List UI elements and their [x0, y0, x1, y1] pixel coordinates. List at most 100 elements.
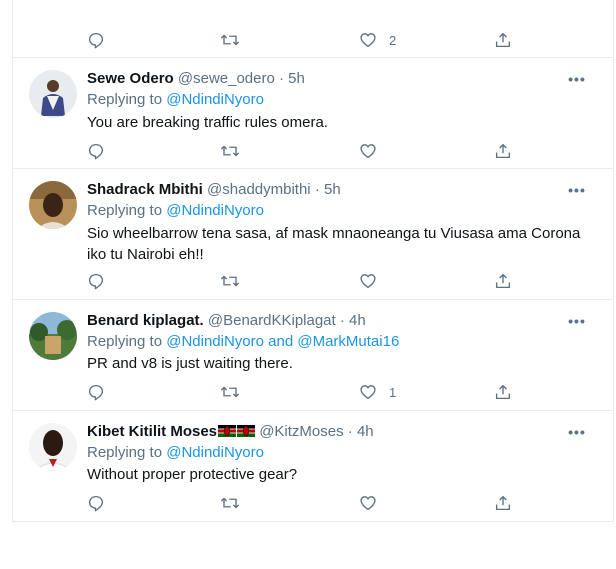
avatar[interactable]	[29, 423, 77, 471]
tweet-actions: 2	[87, 29, 511, 51]
share-icon	[495, 495, 511, 511]
tweet-partial[interactable]: 2	[13, 0, 613, 58]
heart-icon	[360, 144, 376, 159]
share-button[interactable]	[494, 140, 512, 162]
mention-link[interactable]: @NdindiNyoro	[166, 444, 264, 461]
mention-link[interactable]: @MarkMutai16	[297, 333, 399, 350]
tweet-actions	[87, 270, 511, 292]
replying-to: Replying to @NdindiNyoro	[87, 90, 264, 110]
separator-dot: ·	[347, 423, 353, 440]
retweet-icon	[220, 386, 240, 398]
like-count: 2	[389, 32, 397, 48]
reply-button[interactable]	[87, 29, 105, 51]
tweet-actions	[87, 492, 511, 514]
user-handle[interactable]: @shaddymbithi	[207, 181, 311, 198]
more-options-icon[interactable]: •••	[565, 69, 589, 89]
retweet-button[interactable]	[220, 140, 240, 162]
like-button[interactable]: 1	[359, 381, 396, 403]
like-button[interactable]	[359, 492, 377, 514]
avatar[interactable]	[29, 70, 77, 118]
replying-label: Replying to	[87, 202, 167, 219]
user-handle[interactable]: @KitzMoses	[259, 423, 343, 440]
display-name[interactable]: Shadrack Mbithi	[87, 181, 203, 198]
reply-icon	[88, 143, 104, 160]
share-button[interactable]	[494, 381, 512, 403]
retweet-icon	[220, 145, 240, 157]
retweet-button[interactable]	[220, 381, 240, 403]
heart-icon	[360, 33, 376, 48]
kenya-flag-icon	[237, 425, 256, 437]
like-count: 1	[389, 384, 397, 400]
share-icon	[495, 384, 511, 400]
share-button[interactable]	[494, 270, 512, 292]
like-button[interactable]: 2	[359, 29, 396, 51]
replies-timeline: 2 Sewe Odero @sewe_odero · 5h ••• Replyi…	[12, 0, 614, 522]
retweet-icon	[220, 275, 240, 287]
kenya-flag-icon	[218, 425, 237, 437]
separator-dot: ·	[339, 312, 345, 329]
like-button[interactable]	[359, 270, 377, 292]
retweet-button[interactable]	[220, 270, 240, 292]
heart-icon	[360, 496, 376, 511]
user-handle[interactable]: @BenardKKiplagat	[208, 312, 336, 329]
share-icon	[495, 273, 511, 289]
avatar[interactable]	[29, 312, 77, 360]
tweet[interactable]: Shadrack Mbithi @shaddymbithi · 5h ••• R…	[13, 169, 613, 300]
more-options-icon[interactable]: •••	[565, 180, 589, 200]
reply-button[interactable]	[87, 381, 105, 403]
reply-icon	[88, 495, 104, 512]
reply-icon	[88, 384, 104, 401]
tweet-text: Without proper protective gear?	[87, 466, 298, 483]
timestamp[interactable]: 5h	[288, 70, 305, 87]
replying-label: Replying to	[87, 444, 167, 461]
timestamp[interactable]: 5h	[324, 181, 341, 198]
reply-icon	[88, 273, 104, 290]
retweet-button[interactable]	[220, 492, 240, 514]
display-name[interactable]: Sewe Odero	[87, 70, 174, 87]
replying-to: Replying to @NdindiNyoro	[87, 443, 264, 463]
reply-button[interactable]	[87, 140, 105, 162]
display-name[interactable]: Kibet Kitilit Moses	[87, 423, 256, 440]
tweet-header: Kibet Kitilit Moses @KitzMoses · 4h •••	[87, 422, 601, 442]
tweet-header: Benard kiplagat. @BenardKKiplagat · 4h •…	[87, 311, 601, 331]
mention-link[interactable]: @NdindiNyoro	[166, 333, 264, 350]
tweet-header: Shadrack Mbithi @shaddymbithi · 5h •••	[87, 180, 601, 200]
replying-to: Replying to @NdindiNyoro	[87, 201, 264, 221]
share-button[interactable]	[494, 492, 512, 514]
tweet[interactable]: Benard kiplagat. @BenardKKiplagat · 4h •…	[13, 300, 613, 411]
page-background	[0, 522, 616, 569]
mention-link[interactable]: @NdindiNyoro	[166, 91, 264, 108]
replying-label: Replying to	[87, 91, 167, 108]
share-button[interactable]	[494, 29, 512, 51]
timestamp[interactable]: 4h	[357, 423, 374, 440]
like-button[interactable]	[359, 140, 377, 162]
share-icon	[495, 143, 511, 159]
share-icon	[495, 32, 511, 48]
tweet[interactable]: Sewe Odero @sewe_odero · 5h ••• Replying…	[13, 58, 613, 169]
heart-icon	[360, 274, 376, 289]
tweet[interactable]: Kibet Kitilit Moses @KitzMoses · 4h ••• …	[13, 411, 613, 522]
heart-icon	[360, 385, 376, 400]
tweet-header: Sewe Odero @sewe_odero · 5h •••	[87, 69, 601, 89]
timestamp[interactable]: 4h	[349, 312, 366, 329]
separator-dot: ·	[314, 181, 320, 198]
retweet-icon	[220, 497, 240, 509]
mention-link[interactable]: @NdindiNyoro	[166, 202, 264, 219]
reply-button[interactable]	[87, 492, 105, 514]
retweet-icon	[220, 34, 240, 46]
retweet-button[interactable]	[220, 29, 240, 51]
tweet-text: PR and v8 is just waiting there.	[87, 355, 293, 372]
tweet-actions: 1	[87, 381, 511, 403]
more-options-icon[interactable]: •••	[565, 311, 589, 331]
reply-icon	[88, 32, 104, 49]
replying-to: Replying to @NdindiNyoro and @MarkMutai1…	[87, 332, 399, 352]
user-handle[interactable]: @sewe_odero	[178, 70, 275, 87]
replying-and: and	[263, 333, 298, 350]
display-name[interactable]: Benard kiplagat.	[87, 312, 204, 329]
avatar[interactable]	[29, 181, 77, 229]
tweet-text: You are breaking traffic rules omera.	[87, 114, 328, 131]
reply-button[interactable]	[87, 270, 105, 292]
separator-dot: ·	[279, 70, 284, 87]
more-options-icon[interactable]: •••	[565, 422, 589, 442]
tweet-text: Sio wheelbarrow tena sasa, af mask mnaon…	[87, 225, 581, 263]
